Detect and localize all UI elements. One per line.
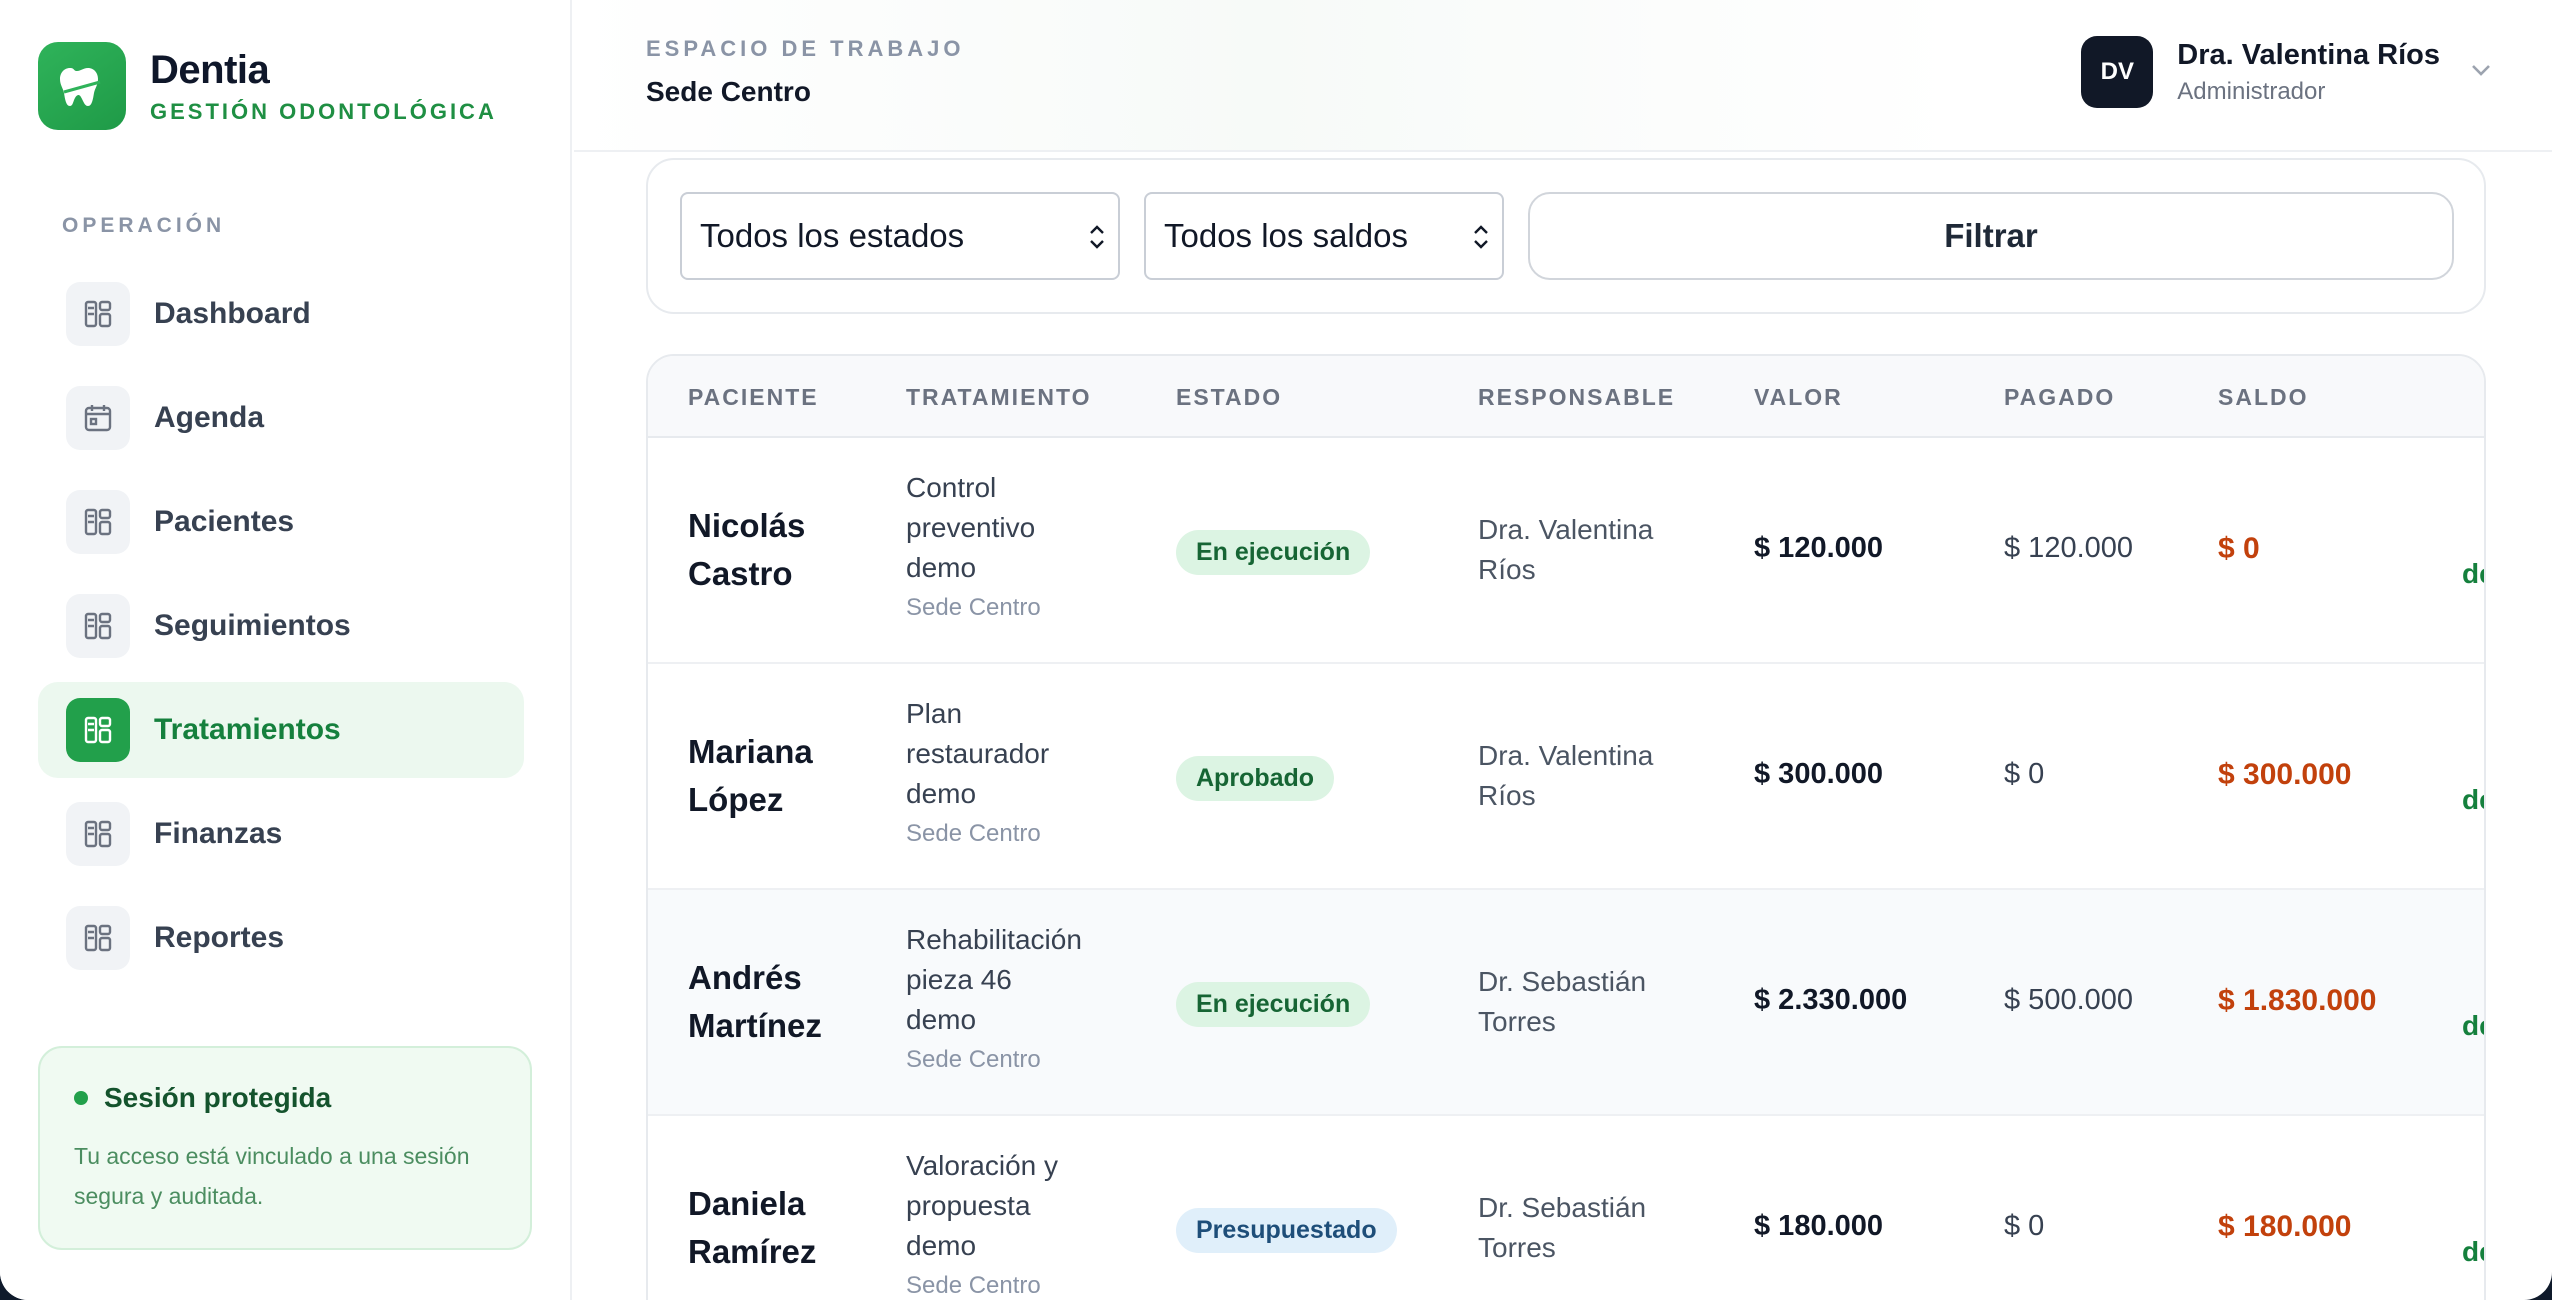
table-header: PACIENTE TRATAMIENTO ESTADO RESPONSABLE … bbox=[648, 356, 2484, 438]
top-header: ESPACIO DE TRABAJO Sede Centro DV Dra. V… bbox=[574, 0, 2552, 152]
table-row[interactable]: Daniela Ramírez Valoración y propuesta d… bbox=[648, 1116, 2484, 1300]
treatment-name: Plan restaurador demo Sede Centro bbox=[906, 694, 1116, 852]
sidebar-item-label: Finanzas bbox=[154, 817, 283, 850]
column-header-tratamiento[interactable]: TRATAMIENTO bbox=[906, 384, 1092, 411]
sidebar: Dentia GESTIÓN ODONTOLÓGICA OPERACIÓN Da… bbox=[0, 0, 572, 1300]
chevron-down-icon[interactable] bbox=[2470, 63, 2492, 82]
row-action-link[interactable]: de bbox=[2462, 1010, 2484, 1042]
saldo-cell: $ 0 bbox=[2218, 532, 2260, 565]
saldo-cell: $ 300.000 bbox=[2218, 758, 2352, 791]
saldo-cell: $ 180.000 bbox=[2218, 1210, 2352, 1243]
sidebar-item-reportes[interactable]: Reportes bbox=[38, 890, 524, 986]
pagado-cell: $ 0 bbox=[2004, 1210, 2045, 1242]
sidebar-item-label: Tratamientos bbox=[154, 713, 341, 746]
sidebar-item-label: Agenda bbox=[154, 401, 265, 434]
column-header-pagado[interactable]: PAGADO bbox=[2004, 384, 2115, 411]
column-header-valor[interactable]: VALOR bbox=[1754, 384, 1843, 411]
select-arrows-icon bbox=[1088, 222, 1106, 260]
responsible-name: Dra. Valentina Ríos bbox=[1478, 514, 1654, 585]
status-badge: Aprobado bbox=[1176, 756, 1335, 801]
treatment-sede: Sede Centro bbox=[906, 1272, 1041, 1299]
sidebar-item-tratamientos[interactable]: Tratamientos bbox=[38, 682, 524, 778]
row-action-link[interactable]: de bbox=[2462, 784, 2484, 816]
user-menu[interactable]: DV Dra. Valentina Ríos Administrador bbox=[2081, 36, 2492, 108]
table-row[interactable]: Andrés Martínez Rehabilitación pieza 46 … bbox=[648, 890, 2484, 1116]
grid-icon bbox=[66, 802, 130, 866]
filter-button[interactable]: Filtrar bbox=[1528, 192, 2454, 280]
grid-icon bbox=[66, 698, 130, 762]
row-action-link[interactable]: de bbox=[2462, 558, 2484, 590]
session-card: Sesión protegida Tu acceso está vinculad… bbox=[38, 1046, 532, 1250]
sidebar-item-label: Dashboard bbox=[154, 297, 311, 330]
select-arrows-icon bbox=[1472, 222, 1490, 260]
tooth-logo-icon bbox=[38, 42, 126, 130]
column-header-saldo[interactable]: SALDO bbox=[2218, 384, 2309, 411]
sidebar-item-label: Seguimientos bbox=[154, 609, 351, 642]
valor-cell: $ 180.000 bbox=[1754, 1210, 1884, 1242]
responsible-name: Dr. Sebastián Torres bbox=[1478, 1192, 1647, 1263]
brand-subtitle: GESTIÓN ODONTOLÓGICA bbox=[150, 98, 497, 124]
balance-filter-value: Todos los saldos bbox=[1164, 217, 1408, 254]
balance-filter-select[interactable]: Todos los saldos bbox=[1144, 192, 1504, 280]
filters-bar: Todos los estados Todos los saldos Filtr… bbox=[646, 158, 2486, 314]
status-badge: En ejecución bbox=[1176, 982, 1371, 1027]
brand[interactable]: Dentia GESTIÓN ODONTOLÓGICA bbox=[38, 42, 497, 130]
status-badge: Presupuestado bbox=[1176, 1208, 1397, 1253]
sidebar-item-finanzas[interactable]: Finanzas bbox=[38, 786, 524, 882]
column-header-estado[interactable]: ESTADO bbox=[1176, 384, 1282, 411]
column-header-paciente[interactable]: PACIENTE bbox=[688, 384, 819, 411]
column-header-responsable[interactable]: RESPONSABLE bbox=[1478, 384, 1675, 411]
calendar-icon bbox=[66, 386, 130, 450]
user-role: Administrador bbox=[2177, 77, 2326, 105]
treatment-name: Valoración y propuesta demo Sede Centro bbox=[906, 1146, 1116, 1300]
sidebar-item-agenda[interactable]: Agenda bbox=[38, 370, 524, 466]
treatment-sede: Sede Centro bbox=[906, 594, 1041, 621]
user-name: Dra. Valentina Ríos bbox=[2177, 38, 2440, 71]
sidebar-item-label: Reportes bbox=[154, 921, 285, 954]
session-title: Sesión protegida bbox=[104, 1082, 332, 1113]
app-window: Dentia GESTIÓN ODONTOLÓGICA OPERACIÓN Da… bbox=[0, 0, 2552, 1300]
sidebar-nav: Dashboard Agenda Pacientes Seguimientos bbox=[38, 266, 524, 994]
grid-icon bbox=[66, 906, 130, 970]
valor-cell: $ 2.330.000 bbox=[1754, 984, 1908, 1016]
status-dot-icon bbox=[74, 1091, 88, 1105]
treatment-sede: Sede Centro bbox=[906, 820, 1041, 847]
row-action-link[interactable]: de bbox=[2462, 1236, 2484, 1268]
responsible-name: Dr. Sebastián Torres bbox=[1478, 966, 1647, 1037]
sidebar-item-pacientes[interactable]: Pacientes bbox=[38, 474, 524, 570]
treatment-name: Control preventivo demo Sede Centro bbox=[906, 468, 1116, 626]
treatment-sede: Sede Centro bbox=[906, 1046, 1041, 1073]
workspace-value: Sede Centro bbox=[646, 76, 811, 107]
grid-icon bbox=[66, 594, 130, 658]
saldo-cell: $ 1.830.000 bbox=[2218, 984, 2377, 1017]
status-filter-value: Todos los estados bbox=[700, 217, 965, 254]
treatments-table: PACIENTE TRATAMIENTO ESTADO RESPONSABLE … bbox=[646, 354, 2486, 1300]
pagado-cell: $ 120.000 bbox=[2004, 532, 2134, 564]
valor-cell: $ 300.000 bbox=[1754, 758, 1884, 790]
patient-name: Mariana López bbox=[688, 733, 813, 818]
grid-icon bbox=[66, 282, 130, 346]
table-row[interactable]: Mariana López Plan restaurador demo Sede… bbox=[648, 664, 2484, 890]
workspace-label: ESPACIO DE TRABAJO bbox=[646, 36, 965, 61]
pagado-cell: $ 500.000 bbox=[2004, 984, 2134, 1016]
sidebar-item-dashboard[interactable]: Dashboard bbox=[38, 266, 524, 362]
sidebar-item-label: Pacientes bbox=[154, 505, 295, 538]
pagado-cell: $ 0 bbox=[2004, 758, 2045, 790]
treatment-name: Rehabilitación pieza 46 demo Sede Centro bbox=[906, 920, 1116, 1078]
table-row[interactable]: Nicolás Castro Control preventivo demo S… bbox=[648, 438, 2484, 664]
avatar: DV bbox=[2081, 36, 2154, 108]
grid-icon bbox=[66, 490, 130, 554]
patient-name: Nicolás Castro bbox=[688, 507, 806, 592]
patient-name: Andrés Martínez bbox=[688, 959, 822, 1044]
patient-name: Daniela Ramírez bbox=[688, 1185, 817, 1270]
status-badge: En ejecución bbox=[1176, 530, 1371, 575]
section-label-operacion: OPERACIÓN bbox=[62, 214, 226, 237]
brand-name: Dentia bbox=[150, 47, 270, 92]
valor-cell: $ 120.000 bbox=[1754, 532, 1884, 564]
status-filter-select[interactable]: Todos los estados bbox=[680, 192, 1120, 280]
session-text: Tu acceso está vinculado a una sesión se… bbox=[74, 1143, 470, 1209]
sidebar-item-seguimientos[interactable]: Seguimientos bbox=[38, 578, 524, 674]
responsible-name: Dra. Valentina Ríos bbox=[1478, 740, 1654, 811]
